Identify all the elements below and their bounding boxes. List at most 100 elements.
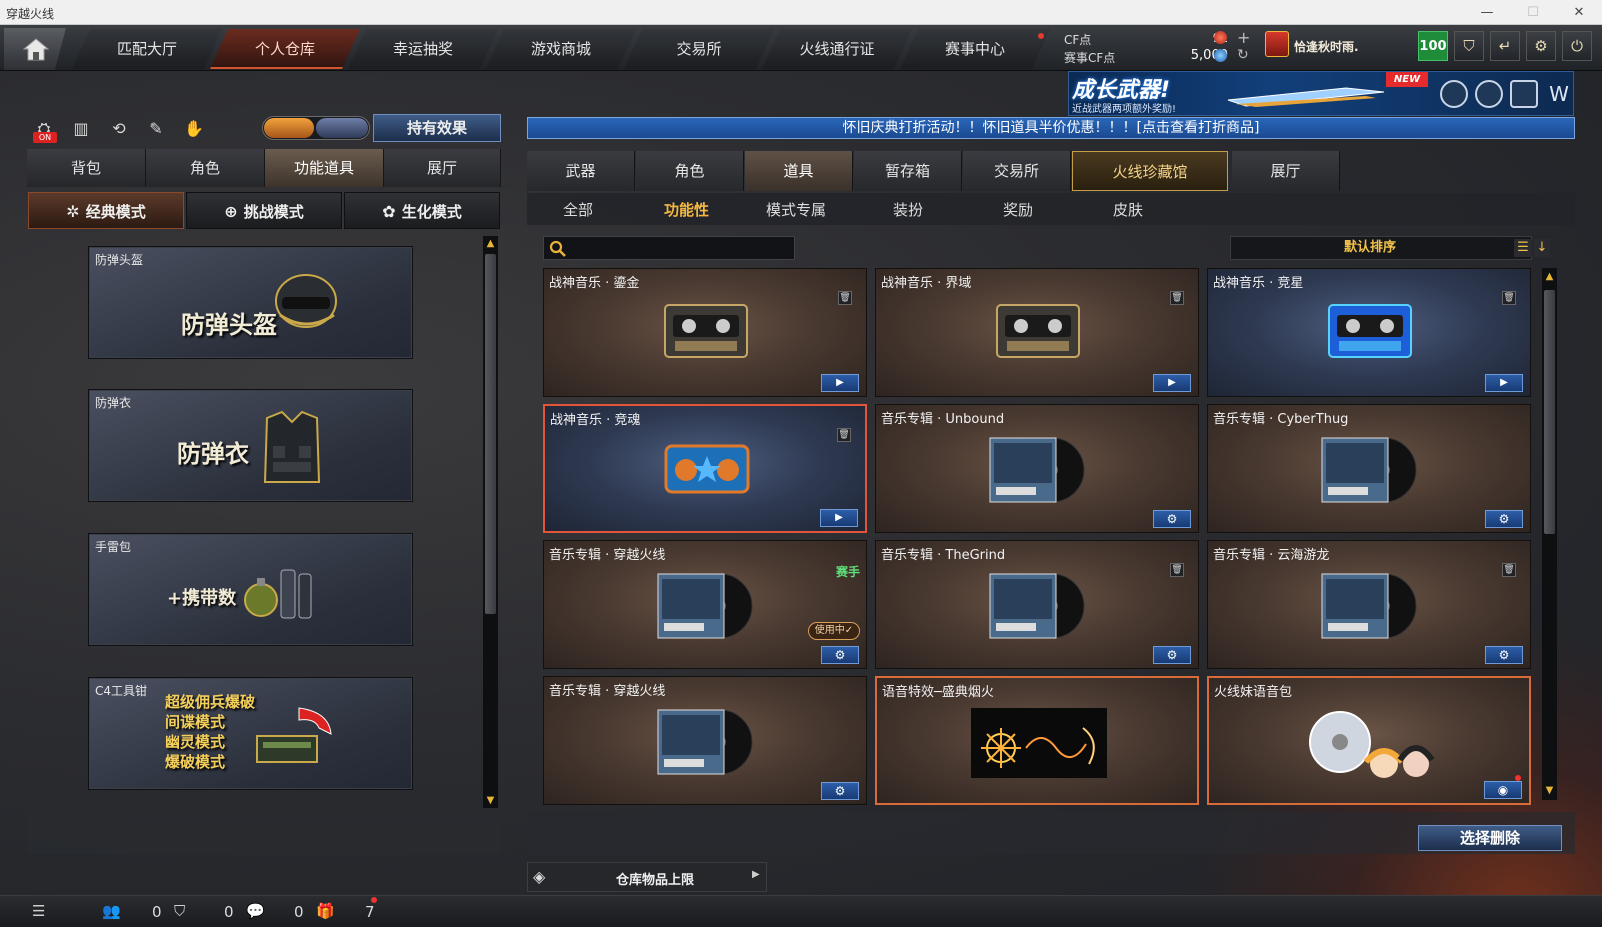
minimize-button[interactable]: — <box>1464 0 1510 25</box>
chat-icon[interactable]: 💬 <box>246 902 265 920</box>
faction-b-icon[interactable] <box>316 118 368 138</box>
item-card[interactable]: 音乐专辑 · CyberThug ⚙ <box>1207 404 1531 533</box>
select-delete-button[interactable]: 选择删除 <box>1418 825 1562 851</box>
trash-icon[interactable]: 🗑 <box>837 428 851 442</box>
glove-icon[interactable]: ✋ <box>181 116 207 142</box>
play-button[interactable]: ▶ <box>820 509 858 527</box>
edit-icon[interactable]: ✎ <box>143 116 169 142</box>
sort-menu-icon[interactable]: ☰ <box>1514 239 1532 257</box>
item-card[interactable]: 战神音乐 · 界域 🗑 ▶ <box>875 268 1199 397</box>
sort-direction-icon[interactable]: ↓ <box>1534 239 1550 257</box>
trash-icon[interactable]: 🗑 <box>1170 291 1184 305</box>
scroll-up-icon[interactable]: ▲ <box>483 237 498 251</box>
right-tab[interactable]: 展厅 <box>1232 151 1340 191</box>
return-icon[interactable]: ↵ <box>1490 31 1520 61</box>
left-tab[interactable]: 展厅 <box>384 149 501 187</box>
subcategory-tab[interactable]: 装扮 <box>893 199 923 220</box>
clan-shield-icon[interactable]: ⛉ <box>174 902 185 920</box>
gift-icon[interactable]: 🎁 <box>316 902 335 920</box>
search-field[interactable] <box>543 236 795 260</box>
item-card[interactable]: 音乐专辑 · TheGrind 🗑 ⚙ <box>875 540 1199 669</box>
item-card[interactable]: 战神音乐 · 竞魂 🗑 ▶ <box>543 404 867 533</box>
trash-icon[interactable]: 🗑 <box>1502 563 1516 577</box>
right-tab[interactable]: 角色 <box>636 151 744 191</box>
subcategory-tab[interactable]: 模式专属 <box>766 199 826 220</box>
add-currency-button[interactable]: + <box>1237 28 1250 47</box>
c4-icon <box>256 707 332 763</box>
item-card[interactable]: 音乐专辑 · 穿越火线 ⚙ <box>543 676 867 805</box>
notice-bar[interactable]: 怀旧庆典打折活动！！怀旧道具半价优惠！！！[点击查看打折商品] <box>527 117 1575 139</box>
gear-icon[interactable]: ⚙ <box>1526 31 1556 61</box>
close-button[interactable]: ✕ <box>1556 0 1602 25</box>
item-card[interactable]: 火线妹语音包 ◉ <box>1207 676 1531 805</box>
maximize-button[interactable]: ☐ <box>1510 0 1556 25</box>
item-card[interactable]: 音乐专辑 · Unbound ⚙ <box>875 404 1199 533</box>
scroll-down-icon[interactable]: ▼ <box>483 794 498 808</box>
left-tab[interactable]: 角色 <box>146 149 265 187</box>
subcategory-tab[interactable]: 皮肤 <box>1113 199 1143 220</box>
settings-button[interactable]: ⚙ <box>1485 510 1523 528</box>
nav-tab[interactable]: 个人仓库 <box>210 29 360 69</box>
play-button[interactable]: ▶ <box>821 374 859 392</box>
history-icon[interactable]: ⟲ <box>106 116 132 142</box>
scroll-up-icon[interactable]: ▲ <box>1542 270 1557 284</box>
nav-tab[interactable]: 赛事中心 <box>900 29 1050 69</box>
refresh-currency-button[interactable]: ↻ <box>1237 47 1249 63</box>
subcategory-tab[interactable]: 功能性 <box>664 199 709 220</box>
settings-button[interactable]: ⚙ <box>1153 510 1191 528</box>
sparkle-icon[interactable] <box>1510 80 1538 108</box>
hold-effect-button[interactable]: 持有效果 <box>373 114 501 142</box>
trash-icon[interactable]: 🗑 <box>1502 291 1516 305</box>
settings-button[interactable]: ⚙ <box>821 646 859 664</box>
item-card[interactable]: 音乐专辑 · 云海游龙 🗑 ⚙ <box>1207 540 1531 669</box>
stats-icon[interactable]: ▥ <box>68 116 94 142</box>
right-tab[interactable]: 道具 <box>745 151 853 191</box>
left-item-grenade-pack[interactable]: 手雷包 +携带数 <box>88 533 413 646</box>
nav-tab[interactable]: 匹配大厅 <box>72 29 222 69</box>
nav-tab[interactable]: 火线通行证 <box>762 29 912 69</box>
left-scroll-thumb[interactable] <box>485 254 496 614</box>
left-item-vest[interactable]: 防弹衣 防弹衣 <box>88 389 413 502</box>
item-name: 战神音乐 · 竞魂 <box>550 413 641 428</box>
play-button[interactable]: ▶ <box>1153 374 1191 392</box>
right-scroll-thumb[interactable] <box>1544 290 1555 534</box>
right-tab[interactable]: 暂存箱 <box>854 151 962 191</box>
power-icon[interactable]: ⏻ <box>1562 31 1592 61</box>
settings-button[interactable]: ⚙ <box>1153 646 1191 664</box>
friends-icon[interactable]: 👥 <box>102 902 121 920</box>
right-tab[interactable]: 交易所 <box>963 151 1071 191</box>
item-card[interactable]: 音乐专辑 · 穿越火线 ⚙ 赛手 使用中✓ <box>543 540 867 669</box>
settings-button[interactable]: ◉ <box>1484 781 1522 799</box>
subcategory-tab[interactable]: 全部 <box>563 199 593 220</box>
firework-icon <box>971 708 1107 782</box>
left-tab[interactable]: 背包 <box>27 149 146 187</box>
emblem-icon[interactable] <box>1440 80 1468 108</box>
settings-button[interactable]: ⚙ <box>821 782 859 800</box>
trash-icon[interactable]: 🗑 <box>1170 563 1184 577</box>
faction-a-icon[interactable] <box>264 118 314 138</box>
trash-icon[interactable]: 🗑 <box>838 291 852 305</box>
nav-tab[interactable]: 交易所 <box>624 29 774 69</box>
item-card[interactable]: 战神音乐 · 竞星 🗑 ▶ <box>1207 268 1531 397</box>
left-item-c4-pliers[interactable]: C4工具钳 超级佣兵爆破 间谍模式 幽灵模式 爆破模式 <box>88 677 413 790</box>
item-card[interactable]: 语音特效─盛典烟火 <box>875 676 1199 805</box>
mode-tab[interactable]: ✲ 经典模式 <box>28 192 184 229</box>
scroll-down-icon[interactable]: ▼ <box>1542 784 1557 798</box>
item-card[interactable]: 战神音乐 · 鎏金 🗑 ▶ <box>543 268 867 397</box>
nav-tab[interactable]: 游戏商城 <box>486 29 636 69</box>
left-tab[interactable]: 功能道具 <box>265 149 384 187</box>
settings-button[interactable]: ⚙ <box>1485 646 1523 664</box>
globe-icon[interactable] <box>1475 80 1503 108</box>
mode-tab[interactable]: ⊕ 挑战模式 <box>186 192 342 229</box>
left-item-helmet[interactable]: 防弹头盔 防弹头盔 <box>88 246 413 359</box>
right-tab[interactable]: 火线珍藏馆 <box>1072 151 1228 191</box>
play-button[interactable]: ▶ <box>1485 374 1523 392</box>
subcategory-tab[interactable]: 奖励 <box>1003 199 1033 220</box>
nav-tab[interactable]: 幸运抽奖 <box>348 29 498 69</box>
right-tab[interactable]: 武器 <box>527 151 635 191</box>
menu-list-icon[interactable]: ☰ <box>32 902 45 920</box>
mode-tab[interactable]: ✿ 生化模式 <box>344 192 500 229</box>
shield-icon[interactable]: ⛉ <box>1454 31 1484 61</box>
expand-arrow-icon[interactable]: ▶ <box>752 869 760 880</box>
wing-icon[interactable]: W <box>1545 80 1573 108</box>
